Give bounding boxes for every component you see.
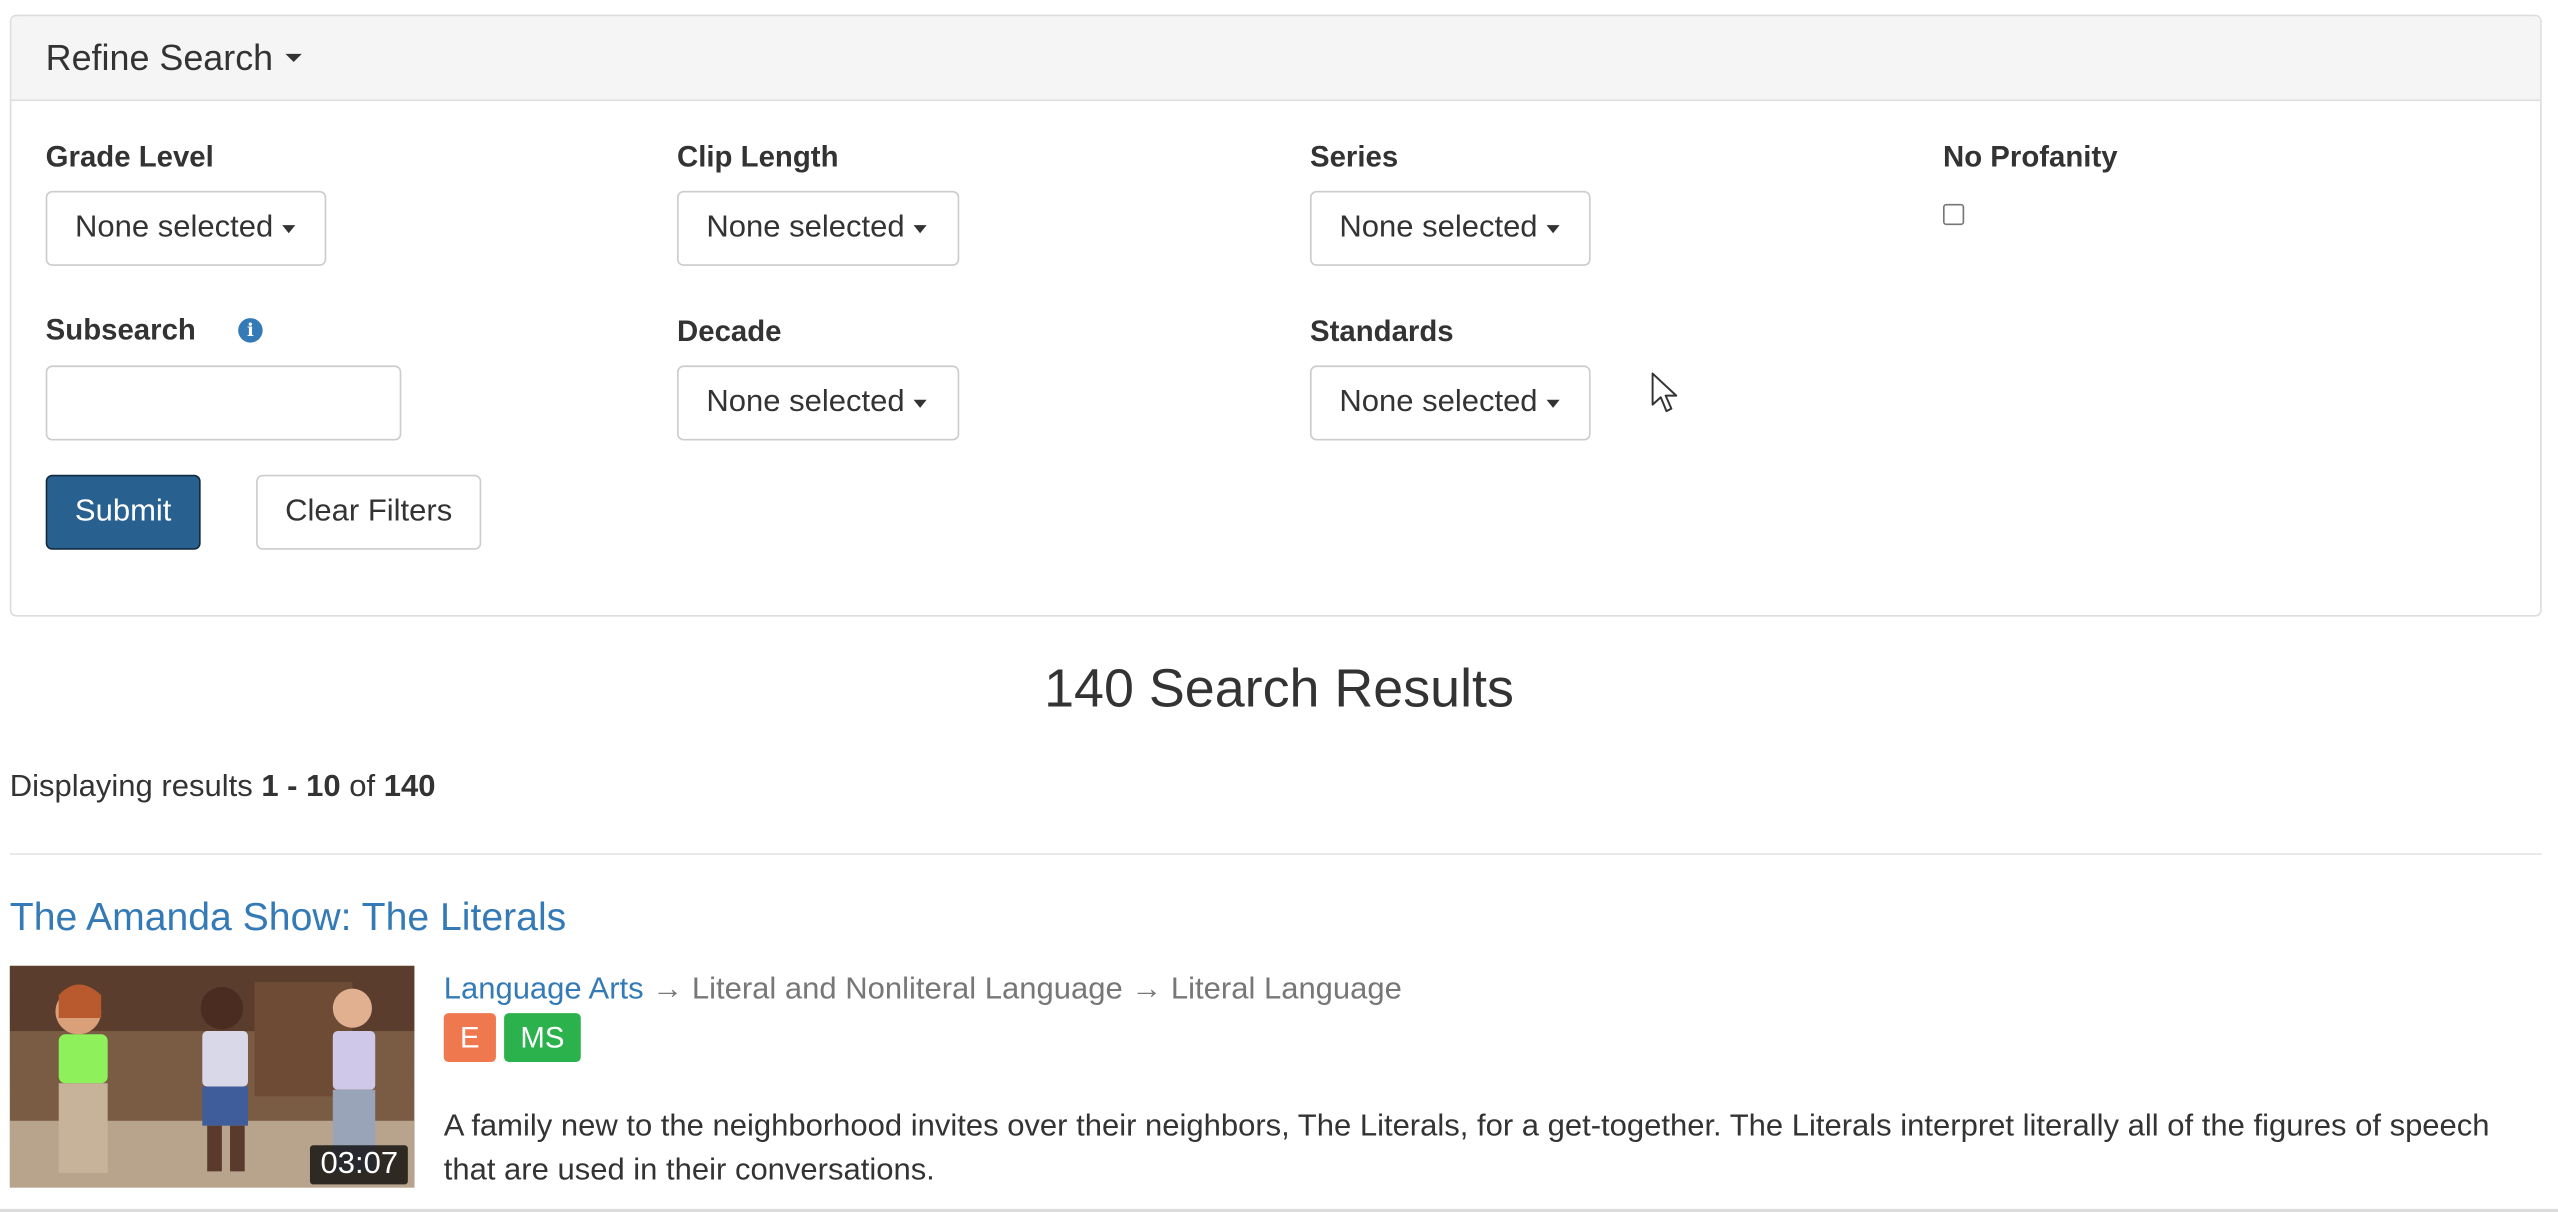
result-description: A family new to the neighborhood invites… (443, 1109, 2490, 1188)
caret-down-icon (286, 53, 303, 62)
series-select[interactable]: None selected (1310, 190, 1591, 266)
decade-label: Decade (677, 314, 782, 348)
results-heading: 140 Search Results (1044, 657, 1514, 718)
refine-search-title: Refine Search (45, 36, 274, 78)
display-of: of (349, 770, 376, 805)
grade-badge-ms: MS (504, 1013, 581, 1063)
results-total: 140 (383, 770, 436, 805)
grade-level-value: None selected (75, 210, 274, 245)
info-icon[interactable]: i (238, 318, 263, 343)
mouse-cursor-icon (1651, 372, 1678, 413)
video-duration: 03:07 (310, 1145, 408, 1185)
submit-button[interactable]: Submit (45, 474, 201, 550)
breadcrumb-path: → Literal and Nonliteral Language → Lite… (652, 972, 1402, 1007)
refine-search-toggle[interactable]: Refine Search (11, 16, 2541, 102)
results-range-text: Displaying results 1 - 10 of 140 (10, 770, 436, 806)
page: Refine Search Grade Level None selected … (0, 0, 2558, 1212)
divider (9, 853, 2542, 855)
grade-level-label: Grade Level (45, 140, 214, 173)
no-profanity-checkbox[interactable] (1942, 203, 1965, 226)
caret-down-icon (1547, 224, 1561, 233)
clear-filters-button[interactable]: Clear Filters (256, 474, 482, 550)
display-prefix: Displaying results (9, 770, 253, 805)
standards-select[interactable]: None selected (1310, 365, 1591, 441)
clip-length-value: None selected (706, 210, 905, 245)
series-label: Series (1310, 140, 1399, 173)
decade-select[interactable]: None selected (677, 365, 960, 441)
subject-link[interactable]: Language Arts (444, 972, 644, 1006)
result-title-link[interactable]: The Amanda Show: The Literals (10, 896, 566, 942)
no-profanity-label: No Profanity (1942, 140, 2118, 173)
result-thumbnail[interactable]: 03:07 (9, 965, 415, 1188)
grade-level-select[interactable]: None selected (45, 190, 327, 266)
caret-down-icon (914, 398, 928, 408)
results-range: 1 - 10 (261, 770, 341, 805)
decade-value: None selected (706, 385, 905, 420)
caret-down-icon (1547, 398, 1561, 408)
standards-value: None selected (1339, 385, 1538, 420)
result-breadcrumb: Language Arts → Literal and Nonliteral L… (444, 972, 1402, 1008)
grade-badge-e: E (443, 1013, 496, 1063)
clip-length-label: Clip Length (677, 140, 839, 173)
standards-label: Standards (1310, 314, 1454, 348)
series-value: None selected (1339, 210, 1538, 245)
caret-down-icon (914, 224, 928, 233)
subsearch-input[interactable] (45, 365, 402, 441)
subsearch-label: Subsearch (45, 313, 196, 346)
clip-length-select[interactable]: None selected (677, 190, 960, 266)
caret-down-icon (282, 224, 297, 233)
